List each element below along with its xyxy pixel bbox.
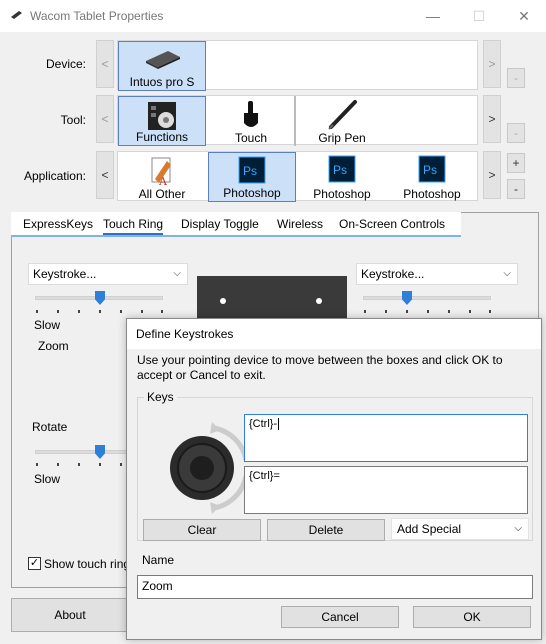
close-button[interactable]: ✕ <box>509 6 539 26</box>
application-scroll-right-button[interactable]: > <box>483 151 501 199</box>
zoom-label: Zoom <box>38 339 69 353</box>
tool-tile-label: Functions <box>135 130 189 144</box>
tool-tile-grip-pen[interactable]: Grip Pen <box>298 96 386 146</box>
application-tile-label: Photoshop <box>223 186 281 200</box>
left-function-combo[interactable]: Keystroke... ⌵ <box>28 263 188 285</box>
clear-button[interactable]: Clear <box>143 519 261 541</box>
left-speed-ticks <box>35 310 163 314</box>
maximize-button[interactable]: ☐ <box>464 6 494 26</box>
rotate-slow-label: Slow <box>34 472 61 486</box>
all-other-icon: A <box>151 157 171 187</box>
functions-icon <box>148 102 176 130</box>
define-keystrokes-dialog: Define Keystrokes Use your pointing devi… <box>126 318 542 640</box>
tab-touch-ring[interactable]: Touch Ring <box>103 217 164 235</box>
tool-strip: Functions Touch Grip Pen <box>117 95 478 146</box>
name-label: Name <box>142 553 175 567</box>
tool-scroll-left-button[interactable]: < <box>96 95 114 143</box>
touch-ring-diagram-icon <box>170 422 249 514</box>
photoshop-icon: Ps <box>238 156 266 184</box>
tool-label: Tool: <box>60 113 86 127</box>
touch-ring-preview-image <box>197 276 347 320</box>
photoshop-icon: Ps <box>328 155 356 183</box>
application-tile-photoshop-3[interactable]: Ps Photoshop <box>388 152 476 202</box>
rotate-speed-slider-track[interactable] <box>35 450 127 454</box>
application-remove-button[interactable]: - <box>507 179 525 199</box>
device-scroll-left-button[interactable]: < <box>96 40 114 88</box>
device-label: Device: <box>45 57 86 71</box>
keys-group-label: Keys <box>144 390 177 404</box>
device-tile-intuos[interactable]: Intuos pro S <box>118 41 206 91</box>
tablet-icon <box>146 51 180 69</box>
show-touch-ring-label: Show touch ring <box>44 557 131 571</box>
tool-tile-label: Touch <box>234 131 268 145</box>
tab-bar: ExpressKeys Touch Ring Display Toggle Wi… <box>11 212 461 237</box>
delete-button[interactable]: Delete <box>267 519 385 541</box>
application-add-button[interactable]: + <box>507 153 525 173</box>
rotate-combo-value: Rotate <box>32 420 68 434</box>
ring-indicator-dot <box>220 298 226 304</box>
touch-hand-icon <box>244 101 258 127</box>
add-special-dropdown[interactable]: Add Special ⌵ <box>391 518 529 540</box>
photoshop-icon: Ps <box>418 155 446 183</box>
dialog-title: Define Keystrokes <box>127 319 541 349</box>
show-touch-ring-checkbox[interactable]: ✓ <box>28 557 41 570</box>
right-function-combo[interactable]: Keystroke... ⌵ <box>356 263 518 285</box>
application-scroll-left-button[interactable]: < <box>96 151 114 199</box>
keystroke-clockwise-field[interactable]: {Ctrl}- <box>244 414 528 462</box>
name-field-value: Zoom <box>142 579 173 593</box>
tool-tile-label: Grip Pen <box>318 131 366 145</box>
right-function-combo-value: Keystroke... <box>361 267 425 281</box>
rotate-combo[interactable]: Rotate <box>28 417 132 439</box>
application-strip: A All Other Ps Photoshop Ps Photoshop Ps… <box>117 151 478 202</box>
application-tile-label: Photoshop <box>313 187 371 201</box>
wacom-app-icon <box>11 11 22 19</box>
tab-expresskeys[interactable]: ExpressKeys <box>23 217 93 231</box>
window-title: Wacom Tablet Properties <box>30 9 164 23</box>
svg-text:Ps: Ps <box>333 163 347 177</box>
device-scroll-right-button[interactable]: > <box>483 40 501 88</box>
application-tile-label: Photoshop <box>403 187 461 201</box>
ring-indicator-dot <box>316 298 322 304</box>
minimize-button[interactable]: — <box>418 6 448 26</box>
tool-scroll-right-button[interactable]: > <box>483 95 501 143</box>
keystroke-clockwise-value: {Ctrl}- <box>249 418 278 430</box>
chevron-down-icon: ⌵ <box>503 268 511 279</box>
cancel-button[interactable]: Cancel <box>281 606 399 628</box>
application-tile-all-other[interactable]: A All Other <box>118 152 206 202</box>
about-button[interactable]: About <box>11 598 129 632</box>
tab-on-screen-controls[interactable]: On-Screen Controls <box>339 217 445 231</box>
device-strip: Intuos pro S <box>117 40 478 91</box>
chevron-down-icon: ⌵ <box>514 523 522 534</box>
title-bar: Wacom Tablet Properties — ☐ ✕ <box>0 0 546 32</box>
application-tile-photoshop-2[interactable]: Ps Photoshop <box>298 152 386 202</box>
dialog-description: Use your pointing device to move between… <box>137 353 503 382</box>
keystroke-counterclockwise-value: {Ctrl}= <box>249 470 280 482</box>
tab-display-toggle[interactable]: Display Toggle <box>181 217 259 231</box>
left-slow-label: Slow <box>34 318 61 332</box>
left-function-combo-value: Keystroke... <box>33 267 97 281</box>
rotate-speed-ticks <box>35 463 127 467</box>
application-label: Application: <box>23 169 86 183</box>
add-special-value: Add Special <box>397 522 462 536</box>
name-field[interactable]: Zoom <box>137 575 533 599</box>
right-speed-slider-track[interactable] <box>363 296 491 300</box>
application-tile-photoshop-1[interactable]: Ps Photoshop <box>208 152 296 202</box>
device-tile-label: Intuos pro S <box>129 75 195 89</box>
right-speed-ticks <box>363 310 491 314</box>
device-remove-button[interactable]: - <box>507 68 525 88</box>
pen-icon <box>328 100 357 130</box>
chevron-down-icon: ⌵ <box>173 268 181 279</box>
ok-button[interactable]: OK <box>413 606 531 628</box>
svg-text:Ps: Ps <box>423 163 437 177</box>
svg-text:A: A <box>158 175 168 187</box>
tool-tile-touch[interactable]: Touch <box>208 96 296 146</box>
keystroke-counterclockwise-field[interactable]: {Ctrl}= <box>244 466 528 514</box>
svg-text:Ps: Ps <box>243 164 257 178</box>
tool-remove-button[interactable]: - <box>507 123 525 143</box>
tool-tile-functions[interactable]: Functions <box>118 96 206 146</box>
tab-wireless[interactable]: Wireless <box>277 217 323 231</box>
application-tile-label: All Other <box>138 187 186 201</box>
